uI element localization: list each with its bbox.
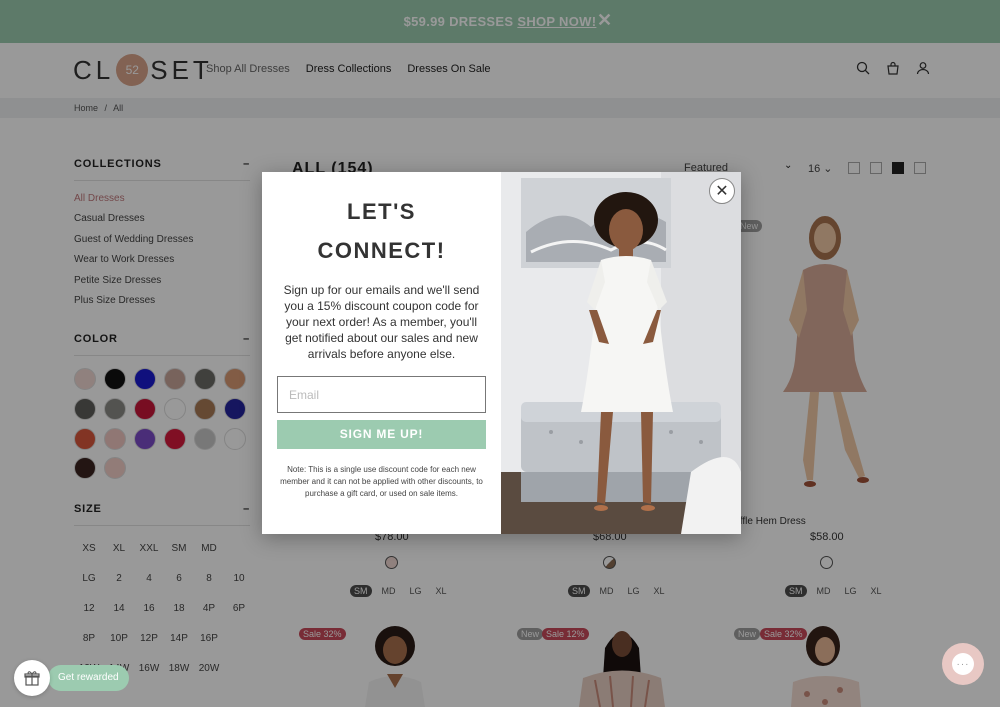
modal-description: Sign up for our emails and we'll send yo… [283,283,480,361]
signup-modal: LET'S CONNECT! Sign up for our emails an… [262,172,741,534]
chat-button[interactable]: ··· [942,643,984,685]
chat-icon: ··· [952,653,974,675]
modal-title: CONNECT! [317,238,446,263]
modal-form-panel: LET'S CONNECT! Sign up for our emails an… [262,172,501,534]
gift-icon[interactable] [14,660,50,696]
modal-note: Note: This is a single use discount code… [280,465,483,498]
model-photo-image [501,172,741,534]
modal-title: LET'S [347,199,416,224]
email-field[interactable] [277,376,486,413]
sign-up-button[interactable]: SIGN ME UP! [277,420,486,449]
modal-photo [501,172,741,534]
rewards-label[interactable]: Get rewarded [48,665,129,691]
close-icon[interactable]: ✕ [709,178,735,204]
rewards-widget[interactable]: Get rewarded [14,660,129,696]
